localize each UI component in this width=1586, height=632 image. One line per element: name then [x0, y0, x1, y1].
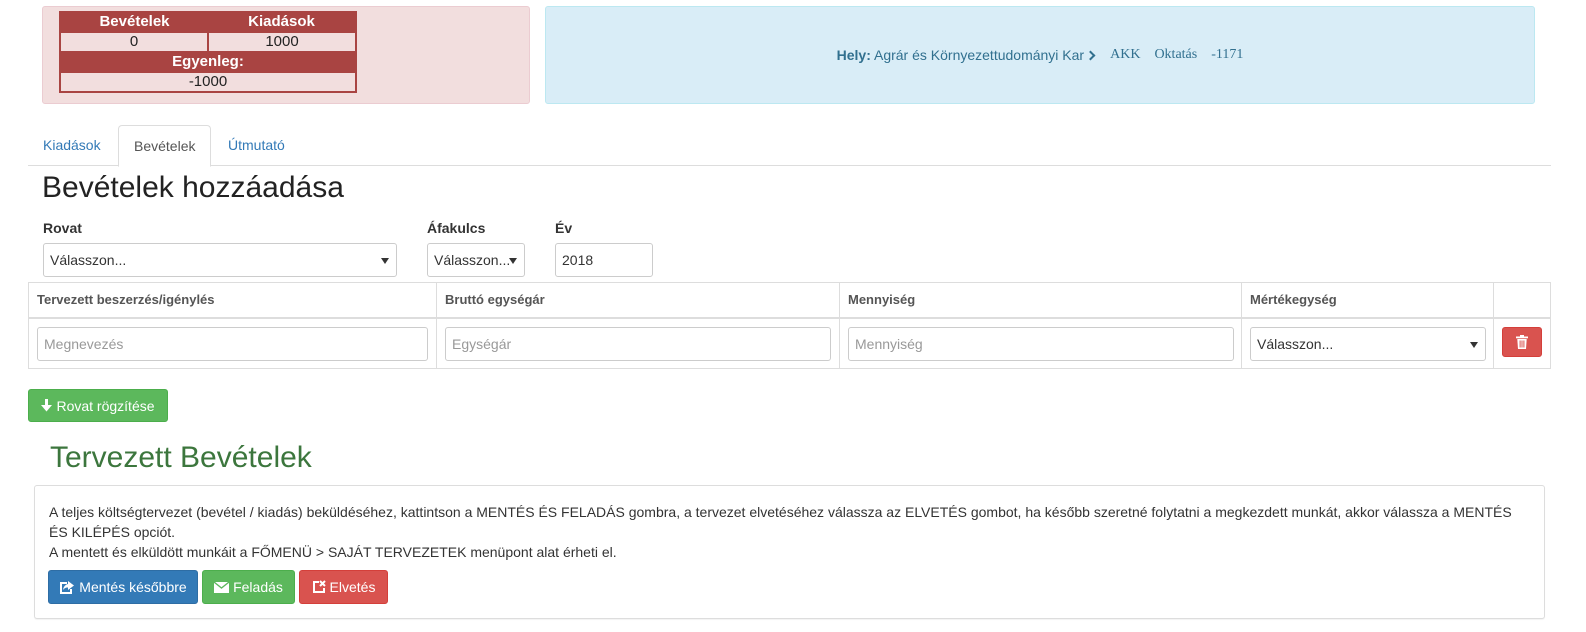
unit-select[interactable]: Válasszon... [1250, 327, 1486, 361]
vat-label: Áfakulcs [427, 220, 486, 236]
delete-row-button[interactable] [1502, 327, 1542, 357]
tab-expenses[interactable]: Kiadások [28, 125, 116, 166]
vat-select[interactable]: Válasszon... [427, 243, 525, 277]
balance-header: Egyenleg: [60, 52, 356, 72]
submit-button[interactable]: Feladás [202, 570, 295, 604]
chevron-right-icon [1085, 50, 1096, 61]
quantity-input[interactable]: Mennyiség [848, 327, 1234, 361]
page-title: Bevételek hozzáadása [42, 171, 344, 204]
expense-value: 1000 [207, 31, 357, 53]
balance-summary-panel: Bevételek Kiadások 0 1000 Egyenleg: -100… [42, 6, 530, 104]
vat-select-value: Válasszon... [434, 252, 511, 268]
save-later-button[interactable]: Mentés későbbre [48, 570, 198, 604]
table-row-cell: Mennyiség [840, 319, 1242, 369]
tab-bar: Kiadások Bevételek Útmutató [28, 125, 1551, 167]
year-label: Év [555, 220, 573, 236]
table-row-cell [1494, 319, 1551, 369]
tab-income[interactable]: Bevételek [118, 125, 212, 167]
col-header-quantity: Mennyiség [840, 283, 1242, 319]
income-header: Bevételek [60, 12, 208, 32]
share-icon [60, 581, 75, 594]
location-code: -1171 [1211, 47, 1244, 62]
quantity-placeholder: Mennyiség [855, 336, 923, 352]
col-header-price: Bruttó egységár [437, 283, 840, 319]
save-later-label: Mentés későbbre [79, 579, 187, 595]
info-line-1: A teljes költségtervezet (bevétel / kiad… [49, 504, 1512, 540]
envelope-icon [214, 581, 230, 593]
item-name-input[interactable]: Megnevezés [37, 327, 428, 361]
location-unit: AKK [1110, 47, 1141, 62]
unit-price-placeholder: Egységár [452, 336, 512, 352]
location-panel: Hely: Agrár és Környezettudományi Kar AK… [545, 6, 1535, 104]
remove-icon [312, 580, 326, 593]
location-category: Oktatás [1154, 47, 1198, 62]
unit-price-input[interactable]: Egységár [445, 327, 831, 361]
col-header-item: Tervezett beszerzés/igénylés [29, 283, 437, 319]
rovat-label: Rovat [43, 220, 82, 236]
caret-down-icon [1470, 342, 1478, 348]
unit-select-value: Válasszon... [1257, 336, 1334, 352]
rovat-select-value: Válasszon... [50, 252, 127, 268]
tab-guide[interactable]: Útmutató [213, 125, 300, 166]
submit-label: Feladás [233, 579, 283, 595]
table-row-cell: Válasszon... [1242, 319, 1494, 369]
col-header-actions [1494, 283, 1551, 319]
info-line-2: A mentett és elküldött munkáit a FŐMENÜ … [49, 544, 617, 560]
location-breadcrumb: Hely: Agrár és Környezettudományi Kar [837, 47, 1096, 63]
save-rovat-label: Rovat rögzítése [56, 397, 155, 414]
rovat-select[interactable]: Válasszon... [43, 243, 397, 277]
caret-down-icon [509, 258, 517, 264]
arrow-down-icon [41, 399, 53, 412]
discard-label: Elvetés [329, 579, 376, 595]
col-header-unit: Mértékegység [1242, 283, 1494, 319]
info-text: A teljes költségtervezet (bevétel / kiad… [49, 502, 1529, 562]
caret-down-icon [381, 258, 389, 264]
info-panel: A teljes költségtervezet (bevétel / kiad… [34, 485, 1545, 619]
item-name-placeholder: Megnevezés [44, 336, 124, 352]
location-faculty: Agrár és Környezettudományi Kar [873, 47, 1085, 63]
save-rovat-button[interactable]: Rovat rögzítése [28, 389, 168, 422]
expense-header: Kiadások [208, 12, 356, 32]
discard-button[interactable]: Elvetés [299, 570, 388, 604]
balance-summary-table: Bevételek Kiadások 0 1000 Egyenleg: -100… [59, 11, 357, 93]
year-input-value: 2018 [562, 252, 594, 268]
trash-icon [1516, 335, 1528, 349]
table-row-cell: Megnevezés [29, 319, 437, 369]
table-row-cell: Egységár [437, 319, 840, 369]
year-input[interactable]: 2018 [555, 243, 653, 277]
location-label: Hely: [836, 47, 871, 63]
balance-value: -1000 [59, 71, 357, 93]
items-table: Tervezett beszerzés/igénylés Bruttó egys… [28, 282, 1551, 369]
planned-income-title: Tervezett Bevételek [50, 441, 312, 474]
income-value: 0 [59, 31, 209, 53]
